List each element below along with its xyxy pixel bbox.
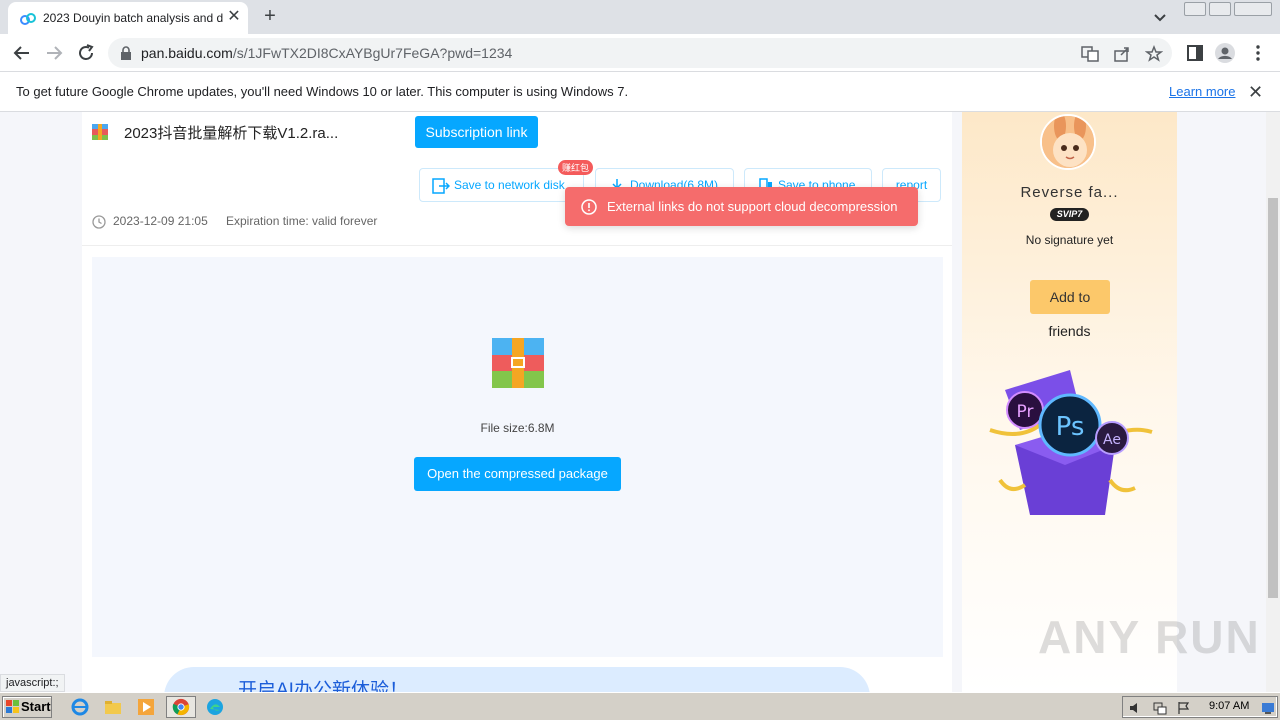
action-center-flag-icon[interactable]	[1177, 701, 1191, 715]
svg-text:Pr: Pr	[1017, 402, 1034, 422]
side-panel-icon[interactable]	[1183, 41, 1207, 65]
edge-icon[interactable]	[205, 697, 225, 717]
page-scrollbar[interactable]	[1266, 112, 1280, 692]
archive-preview: File size:6.8M Open the compressed packa…	[92, 257, 943, 657]
system-tray: 9:07 AM	[1122, 696, 1278, 718]
friends-label: friends	[1048, 323, 1091, 339]
windows-taskbar: Start 9:07 AM	[0, 692, 1280, 720]
error-toast: External links do not support cloud deco…	[565, 187, 918, 226]
svg-text:Ae: Ae	[1103, 432, 1121, 448]
tab-strip: 2023 Douyin batch analysis and download …	[0, 0, 1280, 34]
chevron-down-icon[interactable]	[1152, 9, 1168, 25]
chrome-taskbar-button[interactable]	[166, 696, 196, 718]
address-bar[interactable]: pan.baidu.com/s/1JFwTX2DI8CxAYBgUr7FeGA?…	[108, 38, 1172, 68]
error-icon	[581, 199, 597, 215]
gift-box-ad-icon[interactable]: Pr Ps Ae	[980, 370, 1160, 520]
avatar-image	[1042, 116, 1094, 168]
share-date: 2023-12-09 21:05	[113, 214, 208, 228]
baidu-netdisk-icon	[20, 13, 36, 25]
scrollbar-thumb[interactable]	[1268, 198, 1278, 598]
ai-promo-banner[interactable]: 开启AI办公新体验！	[164, 667, 870, 692]
toast-message: External links do not support cloud deco…	[607, 199, 898, 214]
minimize-button[interactable]	[1184, 2, 1206, 16]
infobar-message: To get future Google Chrome updates, you…	[16, 84, 629, 99]
avatar[interactable]	[1040, 114, 1096, 170]
file-title: 2023抖音批量解析下载V1.2.ra...	[124, 125, 339, 142]
windows-flag-icon	[6, 700, 19, 713]
start-button[interactable]: Start	[2, 696, 52, 718]
archive-large-icon	[492, 338, 544, 388]
url-host: pan.baidu.com	[141, 45, 233, 61]
browser-tab[interactable]: 2023 Douyin batch analysis and download …	[8, 2, 248, 34]
tab-title: 2023 Douyin batch analysis and download	[43, 11, 223, 25]
open-archive-button[interactable]: Open the compressed package	[414, 457, 621, 491]
file-explorer-icon[interactable]	[103, 697, 123, 717]
user-sidebar: Reverse fa... SVIP7 No signature yet Add…	[962, 112, 1177, 692]
share-icon[interactable]	[1113, 45, 1131, 63]
network-icon[interactable]	[1153, 701, 1167, 715]
save-label: Save to network disk	[454, 178, 565, 192]
username[interactable]: Reverse fa...	[962, 184, 1177, 201]
start-label: Start	[21, 699, 51, 714]
url-text: pan.baidu.com/s/1JFwTX2DI8CxAYBgUr7FeGA?…	[141, 45, 512, 61]
learn-more-link[interactable]: Learn more	[1169, 84, 1235, 99]
bookmark-star-icon[interactable]	[1145, 45, 1163, 63]
svg-text:Ps: Ps	[1056, 412, 1085, 442]
file-size-label: File size:6.8M	[480, 421, 555, 435]
update-infobar: To get future Google Chrome updates, you…	[0, 72, 1280, 112]
show-desktop-icon[interactable]	[1261, 701, 1275, 715]
menu-dots-icon[interactable]	[1246, 41, 1270, 65]
restore-button[interactable]	[1209, 2, 1231, 16]
save-icon	[432, 178, 450, 194]
new-tab-icon[interactable]: +	[258, 5, 282, 29]
reload-icon[interactable]	[74, 41, 98, 65]
browser-toolbar: pan.baidu.com/s/1JFwTX2DI8CxAYBgUr7FeGA?…	[0, 34, 1280, 72]
add-friend-button[interactable]: Add to	[1030, 280, 1110, 314]
lock-icon	[121, 46, 131, 60]
url-path: /s/1JFwTX2DI8CxAYBgUr7FeGA?pwd=1234	[232, 45, 513, 61]
chrome-icon	[172, 698, 190, 716]
forward-icon[interactable]	[42, 41, 66, 65]
signature-text: No signature yet	[1025, 233, 1114, 247]
save-to-disk-button[interactable]: Save to network disk	[419, 168, 584, 202]
banner-text: 开启AI办公新体验！	[238, 680, 408, 692]
subscription-link-button[interactable]: Subscription link	[415, 116, 538, 148]
tab-close-icon[interactable]: ✕	[226, 9, 242, 25]
svip-badge: SVIP7	[1050, 208, 1089, 221]
archive-file-icon	[92, 124, 108, 140]
status-bubble: javascript:;	[0, 674, 65, 692]
profile-avatar-icon[interactable]	[1213, 41, 1237, 65]
volume-icon[interactable]	[1129, 701, 1143, 715]
media-player-icon[interactable]	[136, 697, 156, 717]
taskbar-clock[interactable]: 9:07 AM	[1209, 700, 1249, 712]
anyrun-watermark: ANY RUN	[1038, 611, 1261, 663]
expiration-text: Expiration time: valid forever	[226, 214, 378, 228]
red-packet-badge: 赚红包	[558, 160, 594, 175]
internet-explorer-icon[interactable]	[70, 697, 90, 717]
divider	[82, 245, 952, 246]
infobar-close-icon[interactable]: ✕	[1248, 82, 1263, 103]
translate-icon[interactable]	[1081, 45, 1099, 63]
clock-icon	[92, 215, 106, 229]
back-icon[interactable]	[10, 41, 34, 65]
close-window-button[interactable]	[1234, 2, 1272, 16]
